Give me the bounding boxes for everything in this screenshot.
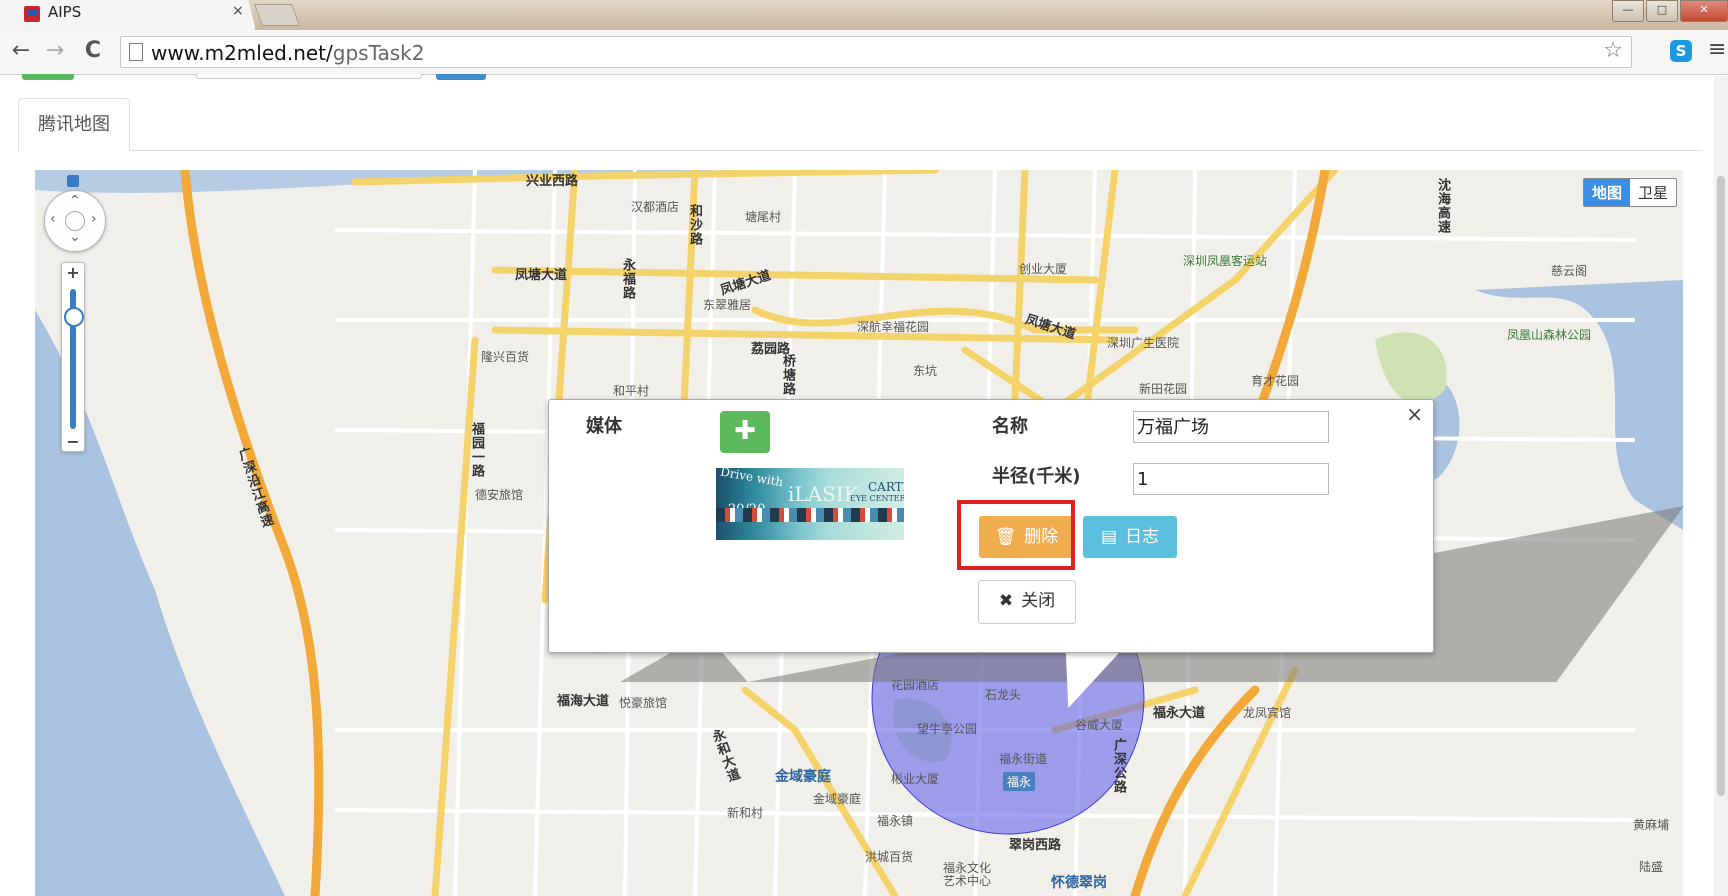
- map-label: 创业大厦: [1019, 262, 1068, 276]
- map-label: 桥塘路: [780, 354, 795, 396]
- map-label: 龙凤宾馆: [1243, 706, 1292, 720]
- map-label: 广深公路: [1111, 738, 1126, 794]
- radius-field[interactable]: 1: [1133, 463, 1329, 495]
- map-label: 翠岗西路: [1009, 838, 1062, 853]
- minimize-button[interactable]: —: [1612, 0, 1644, 22]
- reload-icon[interactable]: C: [80, 38, 106, 64]
- map-label: 金域豪庭: [813, 792, 862, 806]
- map-label: 福永街道: [999, 752, 1048, 766]
- radius-label: 半径(千米): [992, 466, 1081, 487]
- map-label: 望牛亭公园: [917, 722, 978, 736]
- back-arrow-icon[interactable]: ←: [8, 38, 34, 64]
- pan-left-icon[interactable]: ‹: [50, 211, 56, 227]
- map-label: 凤凰山森林公园: [1507, 328, 1592, 342]
- map-label: 怀德翠岗: [1051, 875, 1107, 891]
- map-label: 新和村: [727, 806, 764, 820]
- page-button-partial[interactable]: [22, 74, 74, 80]
- log-button[interactable]: ▤ 日志: [1083, 516, 1177, 558]
- map-label: 陆盛: [1639, 860, 1664, 874]
- map-label: 东坑: [913, 364, 938, 378]
- maximize-button[interactable]: □: [1646, 0, 1678, 22]
- tab-title: AIPS: [48, 3, 82, 21]
- media-label: 媒体: [586, 416, 622, 437]
- map-label: 育才花园: [1251, 374, 1300, 388]
- thumbnail-glitch-band: [716, 508, 904, 522]
- map-label: 慈云阁: [1551, 264, 1588, 278]
- map-label: 兴业西路: [526, 174, 579, 189]
- street-view-icon[interactable]: [67, 175, 79, 187]
- skype-extension-icon[interactable]: S: [1670, 40, 1692, 62]
- map-label: 汉都酒店: [631, 200, 680, 214]
- map-label: 塘尾村: [745, 210, 782, 224]
- pan-up-icon[interactable]: ⌃: [69, 193, 81, 209]
- map-label: 福永镇: [877, 814, 914, 828]
- browser-tab[interactable]: AIPS ×: [0, 0, 256, 30]
- window-controls: — □ ✕: [1610, 0, 1728, 22]
- map-label: 洪城百货: [865, 850, 914, 864]
- url-text: www.m2mled.net/gpsTask2: [151, 41, 425, 65]
- map-label: 和平村: [613, 384, 650, 398]
- list-icon: ▤: [1100, 527, 1118, 547]
- zoom-out-button[interactable]: −: [62, 432, 84, 451]
- map-label: 福永大道: [1153, 706, 1206, 721]
- media-thumbnail[interactable]: Drive with iLASIK CARTER EYE CENTER 20/2…: [716, 468, 904, 540]
- scrollbar-thumb[interactable]: [1717, 176, 1725, 796]
- map-label: 黄麻埔: [1633, 818, 1670, 832]
- map-label: 深航幸福花园: [857, 320, 930, 334]
- pan-down-icon[interactable]: ⌄: [69, 229, 81, 245]
- x-icon: ✖: [998, 591, 1014, 611]
- zoom-control: + −: [61, 262, 85, 452]
- add-media-button[interactable]: ✚: [720, 411, 770, 453]
- page-icon: [129, 43, 143, 61]
- page-scrollbar[interactable]: [1714, 76, 1728, 896]
- pan-center: [65, 211, 85, 231]
- satellite-view-button[interactable]: 卫星: [1630, 179, 1676, 206]
- map-label: 凤塘大道: [515, 268, 568, 283]
- info-window-close-icon[interactable]: ×: [1406, 402, 1423, 426]
- map-label: 东翠雅居: [703, 298, 752, 312]
- highlight-box: [957, 500, 1075, 570]
- name-field[interactable]: 万福广场: [1133, 411, 1329, 443]
- map-label: 金域豪庭: [775, 769, 831, 785]
- tab-strip: AIPS × — □ ✕: [0, 0, 1728, 30]
- pan-right-icon[interactable]: ›: [91, 211, 97, 227]
- close-button[interactable]: ✖ 关闭: [978, 580, 1076, 624]
- map-label-badge: 福永: [1003, 772, 1036, 791]
- map-label: 彬业大厦: [891, 772, 940, 786]
- map-type-toggle: 地图 卫星: [1582, 178, 1677, 207]
- map-label: 福园一路: [469, 422, 484, 478]
- close-window-button[interactable]: ✕: [1680, 0, 1728, 22]
- tab-tencent-map[interactable]: 腾讯地图: [18, 98, 130, 151]
- browser-menu-icon[interactable]: ≡: [1708, 39, 1726, 61]
- map-label: 谷威大厦: [1075, 718, 1124, 732]
- map-label: 深圳广生医院: [1107, 336, 1180, 350]
- map-label: 新田花园: [1139, 382, 1188, 396]
- tab-close-icon[interactable]: ×: [232, 3, 244, 19]
- map-label: 深圳凤凰客运站: [1183, 254, 1268, 268]
- map-tabs: 腾讯地图: [18, 98, 1702, 151]
- browser-toolbar: ← → C www.m2mled.net/gpsTask2 ☆ S ≡: [0, 30, 1728, 75]
- map-label: 沈海高速: [1435, 178, 1450, 234]
- map-label: 永福路: [620, 258, 635, 300]
- new-tab-button[interactable]: [253, 4, 301, 26]
- map-label: 福永文化艺术中心: [943, 861, 992, 888]
- map-view-button[interactable]: 地图: [1583, 179, 1630, 206]
- map-label: 和沙路: [687, 204, 702, 246]
- page-input-partial[interactable]: [196, 74, 422, 79]
- pan-control[interactable]: ⌃ ⌄ ‹ ›: [44, 190, 106, 252]
- favicon-icon: [24, 6, 40, 22]
- map-label: 德安旅馆: [475, 488, 524, 502]
- forward-arrow-icon[interactable]: →: [42, 38, 68, 64]
- page-button-partial-2[interactable]: [436, 74, 486, 80]
- name-label: 名称: [992, 416, 1028, 437]
- bookmark-star-icon[interactable]: ☆: [1603, 38, 1623, 63]
- map-label: 石龙头: [985, 688, 1022, 702]
- address-bar[interactable]: www.m2mled.net/gpsTask2 ☆: [120, 36, 1632, 68]
- zoom-in-button[interactable]: +: [62, 263, 84, 282]
- map-label: 悦豪旅馆: [619, 696, 668, 710]
- zoom-slider-handle[interactable]: [64, 307, 84, 327]
- info-window: × 媒体 ✚ Drive with iLASIK CARTER EYE CENT…: [548, 399, 1434, 653]
- map-label: 福海大道: [557, 694, 610, 709]
- map-label: 隆兴百货: [481, 350, 530, 364]
